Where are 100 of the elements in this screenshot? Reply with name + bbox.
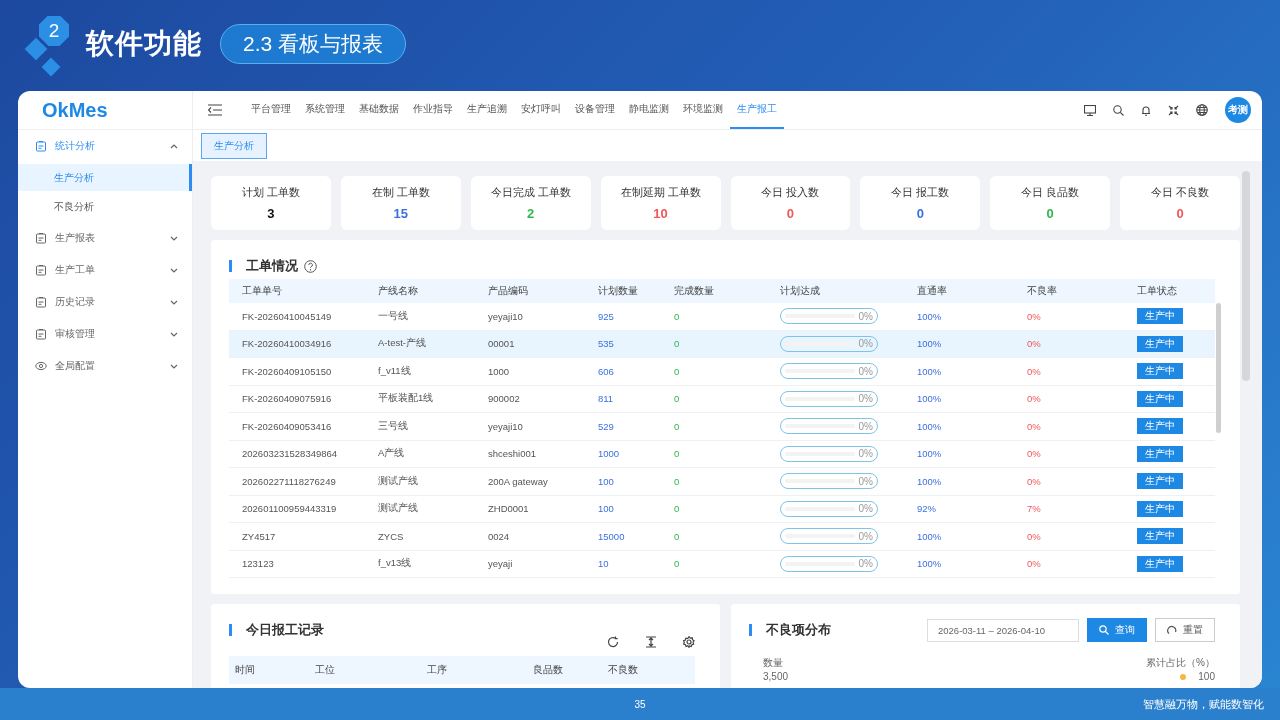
menu-icon[interactable] bbox=[208, 104, 222, 116]
table-row[interactable]: FK-20260409105150 f_v11线 1000 606 0 0% 100% 0% 生产中 bbox=[229, 358, 1215, 386]
table-cell-text: 0% bbox=[1026, 448, 1042, 460]
table-cell-text: 202602271118276249 bbox=[241, 475, 337, 487]
table-cell-text: 0024 bbox=[487, 530, 511, 542]
progress-reading: 0% bbox=[858, 338, 873, 350]
table-cell-text: 0 bbox=[673, 475, 681, 487]
stat-value: 0 bbox=[1176, 205, 1184, 221]
panel-title: 今日报工记录 bbox=[246, 621, 324, 639]
table-cell-text: A-test-产线 bbox=[377, 337, 427, 351]
nav-tab[interactable]: 环境监测 bbox=[676, 91, 730, 129]
status-badge: 生产中 bbox=[1137, 445, 1183, 462]
query-button[interactable]: 查询 bbox=[1087, 618, 1147, 642]
table-cell-text: 0% bbox=[1026, 530, 1042, 542]
table-cell-text: 0% bbox=[1026, 365, 1042, 377]
table-cell-text: 925 bbox=[597, 310, 615, 322]
column-height-icon[interactable] bbox=[645, 636, 657, 648]
table-row[interactable]: 123123 f_v13线 yeyaji 10 0 0% 100% 0% 生产中 bbox=[229, 550, 1215, 578]
axis-title: 数量 bbox=[763, 656, 784, 670]
avatar[interactable]: 考测 bbox=[1225, 97, 1251, 123]
table-cell-text: 0% bbox=[1026, 393, 1042, 405]
panel-title: 不良项分布 bbox=[766, 621, 831, 639]
table-cell-text: 202603231528349864 bbox=[241, 448, 339, 460]
chevron-up-icon bbox=[170, 142, 178, 150]
sidebar-menu-item[interactable]: 生产报表 bbox=[18, 222, 192, 254]
table-row[interactable]: 202601100959443319 测试产线 ZHD0001 100 0 0% 92% 7% 生产中 bbox=[229, 495, 1215, 523]
table-cell-text: yeyaji10 bbox=[487, 420, 524, 432]
sidebar-menu-item[interactable]: 审核管理 bbox=[18, 318, 192, 350]
column-header: 直通率 bbox=[916, 284, 948, 298]
table-cell-text: yeyaji bbox=[487, 558, 514, 570]
sidebar-subitem[interactable]: 不良分析 bbox=[18, 193, 192, 220]
legend-dot bbox=[1180, 673, 1187, 680]
chevron-down-icon bbox=[170, 362, 178, 370]
nav-tab[interactable]: 生产报工 bbox=[730, 91, 784, 129]
nav-tab[interactable]: 设备管理 bbox=[568, 91, 622, 129]
settings-icon[interactable] bbox=[683, 636, 695, 648]
nav-tab[interactable]: 生产追溯 bbox=[460, 91, 514, 129]
clipboard-icon bbox=[35, 140, 47, 152]
table-cell-text: 202601100959443319 bbox=[241, 503, 338, 515]
status-badge: 生产中 bbox=[1137, 418, 1183, 435]
column-header: 不良数 bbox=[607, 663, 639, 677]
nav-tab[interactable]: 平台管理 bbox=[244, 91, 298, 129]
nav-tab[interactable]: 系统管理 bbox=[298, 91, 352, 129]
table-row[interactable]: FK-20260409075916 平板装配1线 900002 811 0 0% 100% 0% 生产中 bbox=[229, 385, 1215, 413]
bell-icon[interactable] bbox=[1141, 104, 1151, 116]
table-cell-text: 测试产线 bbox=[377, 502, 419, 516]
stat-value: 10 bbox=[653, 205, 668, 221]
table-row[interactable]: FK-20260409053416 三号线 yeyaji10 529 0 0% 100% 0% 生产中 bbox=[229, 413, 1215, 441]
column-header: 工单单号 bbox=[241, 284, 283, 298]
refresh-icon[interactable] bbox=[607, 636, 619, 648]
nav-tab[interactable]: 安灯呼叫 bbox=[514, 91, 568, 129]
table-row[interactable]: FK-20260410034916 A-test-产线 00001 535 0 0% 100% 0% 生产中 bbox=[229, 330, 1215, 358]
column-header: 计划达成 bbox=[779, 284, 821, 298]
chevron-down-icon bbox=[170, 266, 178, 274]
table-cell-text: 0% bbox=[1026, 475, 1042, 487]
progress-reading: 0% bbox=[858, 475, 873, 487]
table-cell-text: 0% bbox=[1026, 558, 1042, 570]
sidebar-menu-item[interactable]: 统计分析 bbox=[18, 130, 192, 162]
badge: 2 bbox=[39, 15, 69, 46]
monitor-icon[interactable] bbox=[1084, 104, 1096, 116]
table-row[interactable]: ZY4517 ZYCS 0024 15000 0 0% 100% 0% 生产中 bbox=[229, 523, 1215, 551]
stat-value: 0 bbox=[786, 205, 795, 221]
globe-icon[interactable] bbox=[1196, 104, 1208, 116]
reset-button[interactable]: 重置 bbox=[1155, 618, 1215, 642]
page-number: 35 bbox=[634, 698, 646, 710]
column-header: 不良率 bbox=[1026, 284, 1058, 298]
progress-reading: 0% bbox=[858, 530, 873, 542]
status-badge: 生产中 bbox=[1137, 308, 1183, 325]
table-cell-text: 529 bbox=[597, 420, 615, 432]
title-marker bbox=[749, 624, 752, 636]
table-row[interactable]: FK-20260410045149 一号线 yeyaji10 925 0 0% 100% 0% 生产中 bbox=[229, 303, 1215, 331]
table-cell-text: 100% bbox=[916, 448, 943, 460]
sidebar-menu-item[interactable]: 全局配置 bbox=[18, 350, 192, 382]
table-row[interactable]: 202602271118276249 测试产线 200A gateway 100 0 0% 100% 0% 生产中 bbox=[229, 468, 1215, 496]
table-row[interactable]: 202603231528349864 A产线 shceshi001 1000 0 0% 100% 0% 生产中 bbox=[229, 440, 1215, 468]
logo: OkMes bbox=[18, 91, 192, 130]
table-cell-text: 0 bbox=[673, 558, 681, 570]
search-icon[interactable] bbox=[1113, 104, 1124, 116]
progress-reading: 0% bbox=[858, 420, 873, 432]
date-range-field[interactable]: 2026-03-11 – 2026-04-10 bbox=[927, 618, 1079, 642]
table-cell-text: yeyaji10 bbox=[487, 310, 524, 322]
scrollbar[interactable] bbox=[1242, 171, 1250, 381]
nav-tab[interactable]: 基础数据 bbox=[352, 91, 406, 129]
table-cell-text: 811 bbox=[597, 393, 615, 405]
nav-tab[interactable]: 静电监测 bbox=[622, 91, 676, 129]
sidebar-menu-item[interactable]: 生产工单 bbox=[18, 254, 192, 286]
table-cell-text: 0 bbox=[673, 338, 681, 350]
title-marker bbox=[229, 260, 232, 272]
nav-tab[interactable]: 作业指导 bbox=[406, 91, 460, 129]
sidebar-menu-item[interactable]: 历史记录 bbox=[18, 286, 192, 318]
table-cell-text: 100% bbox=[916, 393, 943, 405]
table-cell-text: 200A gateway bbox=[487, 475, 549, 487]
progress-reading: 0% bbox=[858, 365, 873, 377]
table-cell-text: FK-20260409105150 bbox=[241, 365, 333, 377]
table-cell-text: 平板装配1线 bbox=[377, 392, 435, 406]
table-cell-text: 100% bbox=[916, 530, 943, 542]
collapse-icon[interactable] bbox=[1168, 104, 1179, 116]
table-cell-text: 900002 bbox=[487, 393, 521, 405]
scrollbar[interactable] bbox=[1216, 303, 1221, 433]
status-badge: 生产中 bbox=[1137, 335, 1183, 352]
